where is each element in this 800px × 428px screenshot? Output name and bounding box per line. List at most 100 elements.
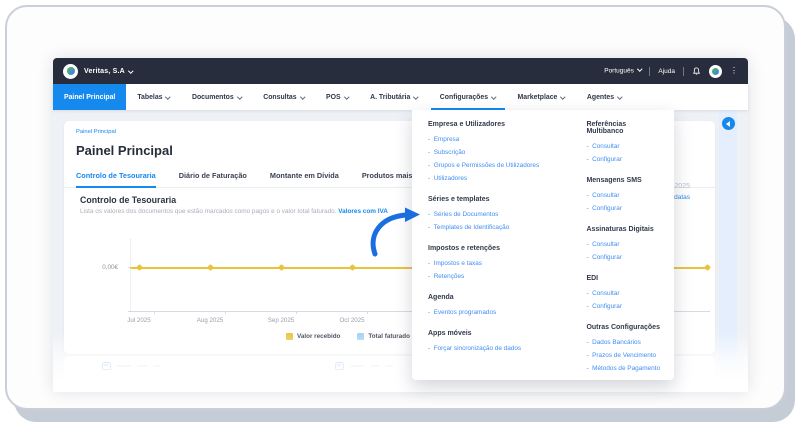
menu-group-title: EDI xyxy=(586,275,599,282)
chevron-down-icon xyxy=(128,68,134,74)
nav-item-marketplace[interactable]: Marketplace xyxy=(507,84,576,110)
dashboard-tabs: Controlo de Tesouraria Diário de Faturaçã… xyxy=(76,171,447,188)
chevron-down-icon xyxy=(165,94,171,100)
divider xyxy=(649,66,651,76)
menu-link-dados-banc-rios[interactable]: Dados Bancários xyxy=(586,336,660,349)
menu-link-templates-de-identifica-o[interactable]: Templates de Identificação xyxy=(428,221,572,234)
x-axis-tick-label: Oct 2025 xyxy=(339,317,365,324)
menu-link-s-ries-de-documentos[interactable]: Séries de Documentos xyxy=(428,208,572,221)
collapsed-side-panel xyxy=(719,110,737,368)
data-point-marker xyxy=(277,263,285,272)
menu-link-eventos-programados[interactable]: Eventos programados xyxy=(428,306,572,319)
data-point-marker xyxy=(206,263,214,272)
veritas-logo xyxy=(63,63,78,79)
menu-group-title: Impostos e retenções xyxy=(428,245,500,252)
menu-group-outras-configura-es: Outras Configurações Dados BancáriosPrazo… xyxy=(586,324,660,375)
nav-item-documentos[interactable]: Documentos xyxy=(181,84,252,110)
menu-group-empresa-e-utilizadores: Empresa e Utilizadores EmpresaSubscriçãoG… xyxy=(428,121,572,185)
veritas-logo-mark xyxy=(66,67,75,75)
menu-link-m-todos-de-pagamento[interactable]: Métodos de Pagamento xyxy=(586,362,660,375)
iva-values-link[interactable]: Valores com IVA xyxy=(338,208,388,215)
x-axis-tick-label: Sep 2025 xyxy=(267,317,295,324)
menu-group-agenda: Agenda Eventos programados xyxy=(428,294,572,319)
chevron-down-icon xyxy=(413,94,419,100)
menu-link-reten-es[interactable]: Retenções xyxy=(428,270,572,283)
nav-item-painel-principal[interactable]: Painel Principal xyxy=(53,84,127,110)
chevron-down-icon xyxy=(236,94,242,100)
menu-link-configurar[interactable]: Configurar xyxy=(586,153,660,166)
topbar: Veritas, S.A Português Ajuda ⋮ xyxy=(53,58,748,84)
nav-item-label: Marketplace xyxy=(517,93,558,101)
menu-link-configurar[interactable]: Configurar xyxy=(586,202,660,215)
menu-group-title: Assinaturas Digitais xyxy=(586,226,654,233)
main-nav: Painel Principal Tabelas Documentos Consult… xyxy=(53,84,748,110)
tab-di-rio-de-fatura-o[interactable]: Diário de Faturação xyxy=(179,171,247,188)
y-axis-tick-label: 0,00€ xyxy=(102,264,118,271)
user-avatar[interactable] xyxy=(709,64,722,78)
page-title: Painel Principal xyxy=(76,143,173,158)
divider xyxy=(683,66,684,76)
dropdown-left-column: Empresa e Utilizadores EmpresaSubscriçãoG… xyxy=(428,121,572,370)
x-axis-tick-label: Jul 2025 xyxy=(127,317,151,324)
menu-link-grupos-e-permiss-es-de-utilizadores[interactable]: Grupos e Permissões de Utilizadores xyxy=(428,159,572,172)
nav-item-label: Painel Principal xyxy=(64,93,116,101)
chevron-down-icon xyxy=(560,94,566,100)
panel-collapse-button[interactable] xyxy=(721,117,735,130)
menu-link-configurar[interactable]: Configurar xyxy=(586,300,660,313)
nav-item-pos[interactable]: POS xyxy=(315,84,359,110)
content-area: Painel Principal Painel Principal Contro… xyxy=(53,110,748,392)
menu-link-consultar[interactable]: Consultar xyxy=(586,189,660,202)
menu-link-subscri-o[interactable]: Subscrição xyxy=(428,146,572,159)
nav-item-configura-es[interactable]: Configurações xyxy=(429,84,507,110)
menu-group-title: Referências Multibanco xyxy=(586,121,627,135)
menu-link-utilizadores[interactable]: Utilizadores xyxy=(428,172,572,185)
dropdown-right-column: Referências MultibancoConsultarConfigura… xyxy=(586,121,660,372)
nav-item-consultas[interactable]: Consultas xyxy=(252,84,315,110)
menu-link-empresa[interactable]: Empresa xyxy=(428,133,572,146)
menu-group-title: Empresa e Utilizadores xyxy=(428,121,506,128)
breadcrumb[interactable]: Painel Principal xyxy=(76,129,116,135)
data-point-marker xyxy=(135,263,143,272)
menu-link-consultar[interactable]: Consultar xyxy=(586,140,660,153)
bell-icon[interactable] xyxy=(692,66,701,76)
menu-link-impostos-e-taxas[interactable]: Impostos e taxas xyxy=(428,257,572,270)
chart-description: Lista os valores dos documentos que estã… xyxy=(80,208,388,215)
nav-item-tabelas[interactable]: Tabelas xyxy=(126,84,181,110)
plot-left-gridline xyxy=(130,239,131,311)
x-axis-tick xyxy=(225,311,226,314)
menu-group-title: Séries e templates xyxy=(428,196,490,203)
nav-item-label: POS xyxy=(326,93,341,101)
menu-group-edi: EDI ConsultarConfigurar xyxy=(586,275,660,313)
configuracoes-dropdown: Empresa e Utilizadores EmpresaSubscriçãoG… xyxy=(412,110,674,380)
nav-item-agentes[interactable]: Agentes xyxy=(576,84,633,110)
avatar-logo-mark xyxy=(712,67,719,75)
kebab-menu-icon[interactable]: ⋮ xyxy=(730,67,738,75)
menu-group-s-ries-e-templates: Séries e templates Séries de DocumentosTe… xyxy=(428,196,572,234)
tab-montante-em-d-vida[interactable]: Montante em Dívida xyxy=(270,171,339,188)
chevron-left-icon xyxy=(725,120,730,127)
chevron-down-icon xyxy=(343,94,349,100)
menu-group-title: Outras Configurações xyxy=(586,324,660,331)
nav-item-label: Consultas xyxy=(263,93,297,101)
nav-item-label: A. Tributária xyxy=(370,93,411,101)
menu-link-configurar[interactable]: Configurar xyxy=(586,251,660,264)
menu-link-consultar[interactable]: Consultar xyxy=(586,238,660,251)
menu-group-apps-m-veis: Apps móveis Forçar sincronização de dados xyxy=(428,330,572,355)
tab-controlo-de-tesouraria[interactable]: Controlo de Tesouraria xyxy=(76,171,156,188)
x-axis-tick xyxy=(367,311,368,314)
chart-title: Controlo de Tesouraria xyxy=(80,195,177,205)
nav-item-a-tribut-ria[interactable]: A. Tributária xyxy=(359,84,429,110)
menu-group-title: Apps móveis xyxy=(428,330,472,337)
menu-link-consultar[interactable]: Consultar xyxy=(586,287,660,300)
menu-group-refer-ncias-multibanco: Referências Multibanco ConsultarConfigura… xyxy=(586,121,660,166)
language-selector[interactable]: Português xyxy=(604,66,643,75)
company-name[interactable]: Veritas, S.A xyxy=(84,68,125,75)
menu-link-prazos-de-vencimento[interactable]: Prazos de Vencimento xyxy=(586,349,660,362)
menu-group-impostos-e-reten-es: Impostos e retenções Impostos e taxasRete… xyxy=(428,245,572,283)
help-link[interactable]: Ajuda xyxy=(658,68,675,75)
menu-link-for-ar-sincroniza-o-de-dados[interactable]: Forçar sincronização de dados xyxy=(428,342,572,355)
x-axis-tick xyxy=(154,311,155,314)
menu-group-title: Agenda xyxy=(428,294,454,301)
data-point-marker xyxy=(348,263,356,272)
device-frame: Veritas, S.A Português Ajuda ⋮ Painel Pr… xyxy=(5,5,786,410)
